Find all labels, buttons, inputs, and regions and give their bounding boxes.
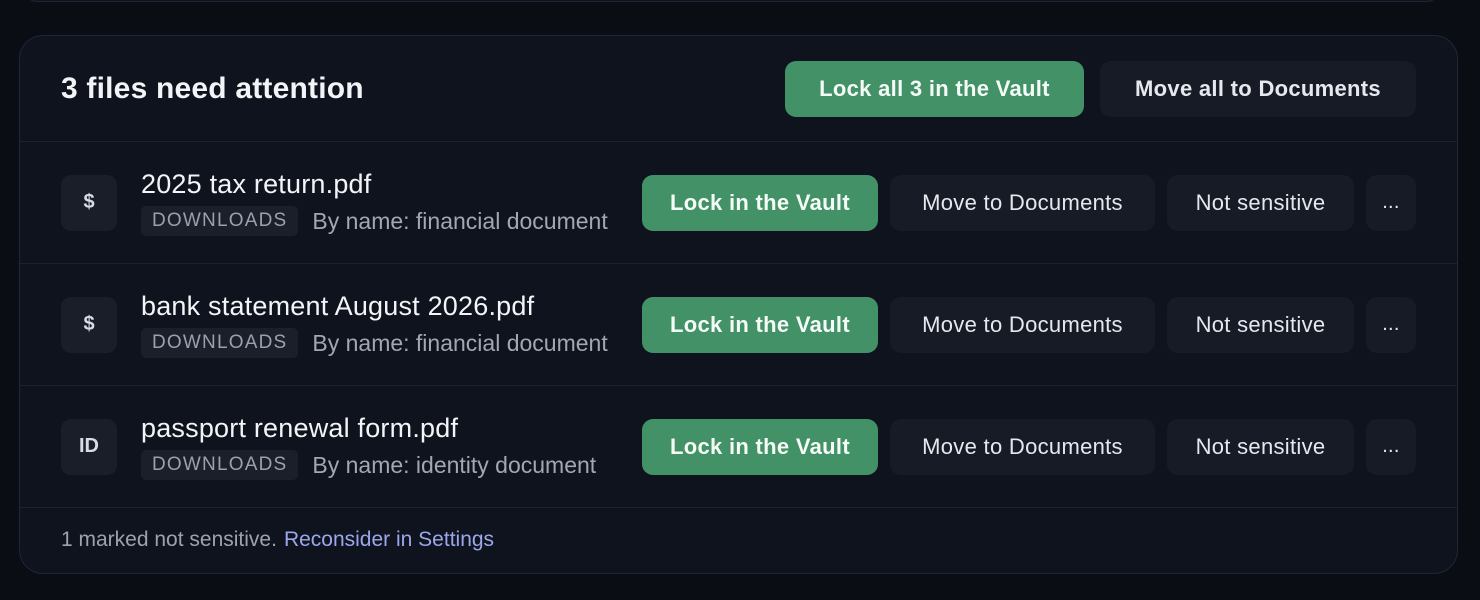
lock-in-vault-button[interactable]: Lock in the Vault: [642, 174, 878, 231]
detection-reason: By name: identity document: [312, 451, 597, 478]
detection-reason: By name: financial document: [312, 207, 608, 234]
not-sensitive-button[interactable]: Not sensitive: [1167, 418, 1354, 475]
panel-footer: 1 marked not sensitive. Reconsider in Se…: [20, 508, 1457, 572]
file-info: bank statement August 2026.pdf DOWNLOADS…: [141, 291, 617, 358]
reconsider-settings-link[interactable]: Reconsider in Settings: [284, 528, 494, 552]
location-tag: DOWNLOADS: [141, 328, 299, 358]
file-info: 2025 tax return.pdf DOWNLOADS By name: f…: [141, 169, 617, 236]
file-meta: DOWNLOADS By name: identity document: [141, 450, 617, 480]
not-sensitive-button[interactable]: Not sensitive: [1167, 174, 1354, 231]
file-meta: DOWNLOADS By name: financial document: [141, 328, 617, 358]
more-options-button[interactable]: ...: [1366, 174, 1416, 231]
detection-reason: By name: financial document: [312, 329, 608, 356]
move-to-documents-button[interactable]: Move to Documents: [890, 296, 1155, 353]
panel-header: 3 files need attention Lock all 3 in the…: [20, 36, 1457, 142]
lock-in-vault-button[interactable]: Lock in the Vault: [642, 418, 878, 475]
file-row: $ bank statement August 2026.pdf DOWNLOA…: [20, 264, 1457, 386]
file-name: 2025 tax return.pdf: [141, 169, 372, 199]
file-meta: DOWNLOADS By name: financial document: [141, 206, 617, 236]
panel-title: 3 files need attention: [61, 71, 364, 105]
file-actions: Lock in the Vault Move to Documents Not …: [642, 174, 1416, 231]
file-actions: Lock in the Vault Move to Documents Not …: [642, 418, 1416, 475]
not-sensitive-status: 1 marked not sensitive.: [61, 528, 277, 551]
more-options-button[interactable]: ...: [1366, 296, 1416, 353]
lock-in-vault-button[interactable]: Lock in the Vault: [642, 296, 878, 353]
more-options-button[interactable]: ...: [1366, 418, 1416, 475]
move-to-documents-button[interactable]: Move to Documents: [890, 418, 1155, 475]
dollar-icon: $: [61, 296, 117, 353]
not-sensitive-button[interactable]: Not sensitive: [1167, 296, 1354, 353]
file-actions: Lock in the Vault Move to Documents Not …: [642, 296, 1416, 353]
dollar-icon: $: [61, 174, 117, 231]
id-card-icon: ID: [61, 418, 117, 475]
move-all-to-documents-button[interactable]: Move all to Documents: [1100, 60, 1416, 117]
move-to-documents-button[interactable]: Move to Documents: [890, 174, 1155, 231]
attention-panel: 3 files need attention Lock all 3 in the…: [19, 35, 1458, 574]
file-row: ID passport renewal form.pdf DOWNLOADS B…: [20, 386, 1457, 508]
file-name: passport renewal form.pdf: [141, 413, 459, 443]
file-info: passport renewal form.pdf DOWNLOADS By n…: [141, 413, 617, 480]
location-tag: DOWNLOADS: [141, 450, 299, 480]
lock-all-button[interactable]: Lock all 3 in the Vault: [785, 60, 1084, 117]
previous-panel-edge: [22, 0, 1442, 2]
file-row: $ 2025 tax return.pdf DOWNLOADS By name:…: [20, 142, 1457, 264]
file-name: bank statement August 2026.pdf: [141, 291, 535, 321]
location-tag: DOWNLOADS: [141, 206, 299, 236]
